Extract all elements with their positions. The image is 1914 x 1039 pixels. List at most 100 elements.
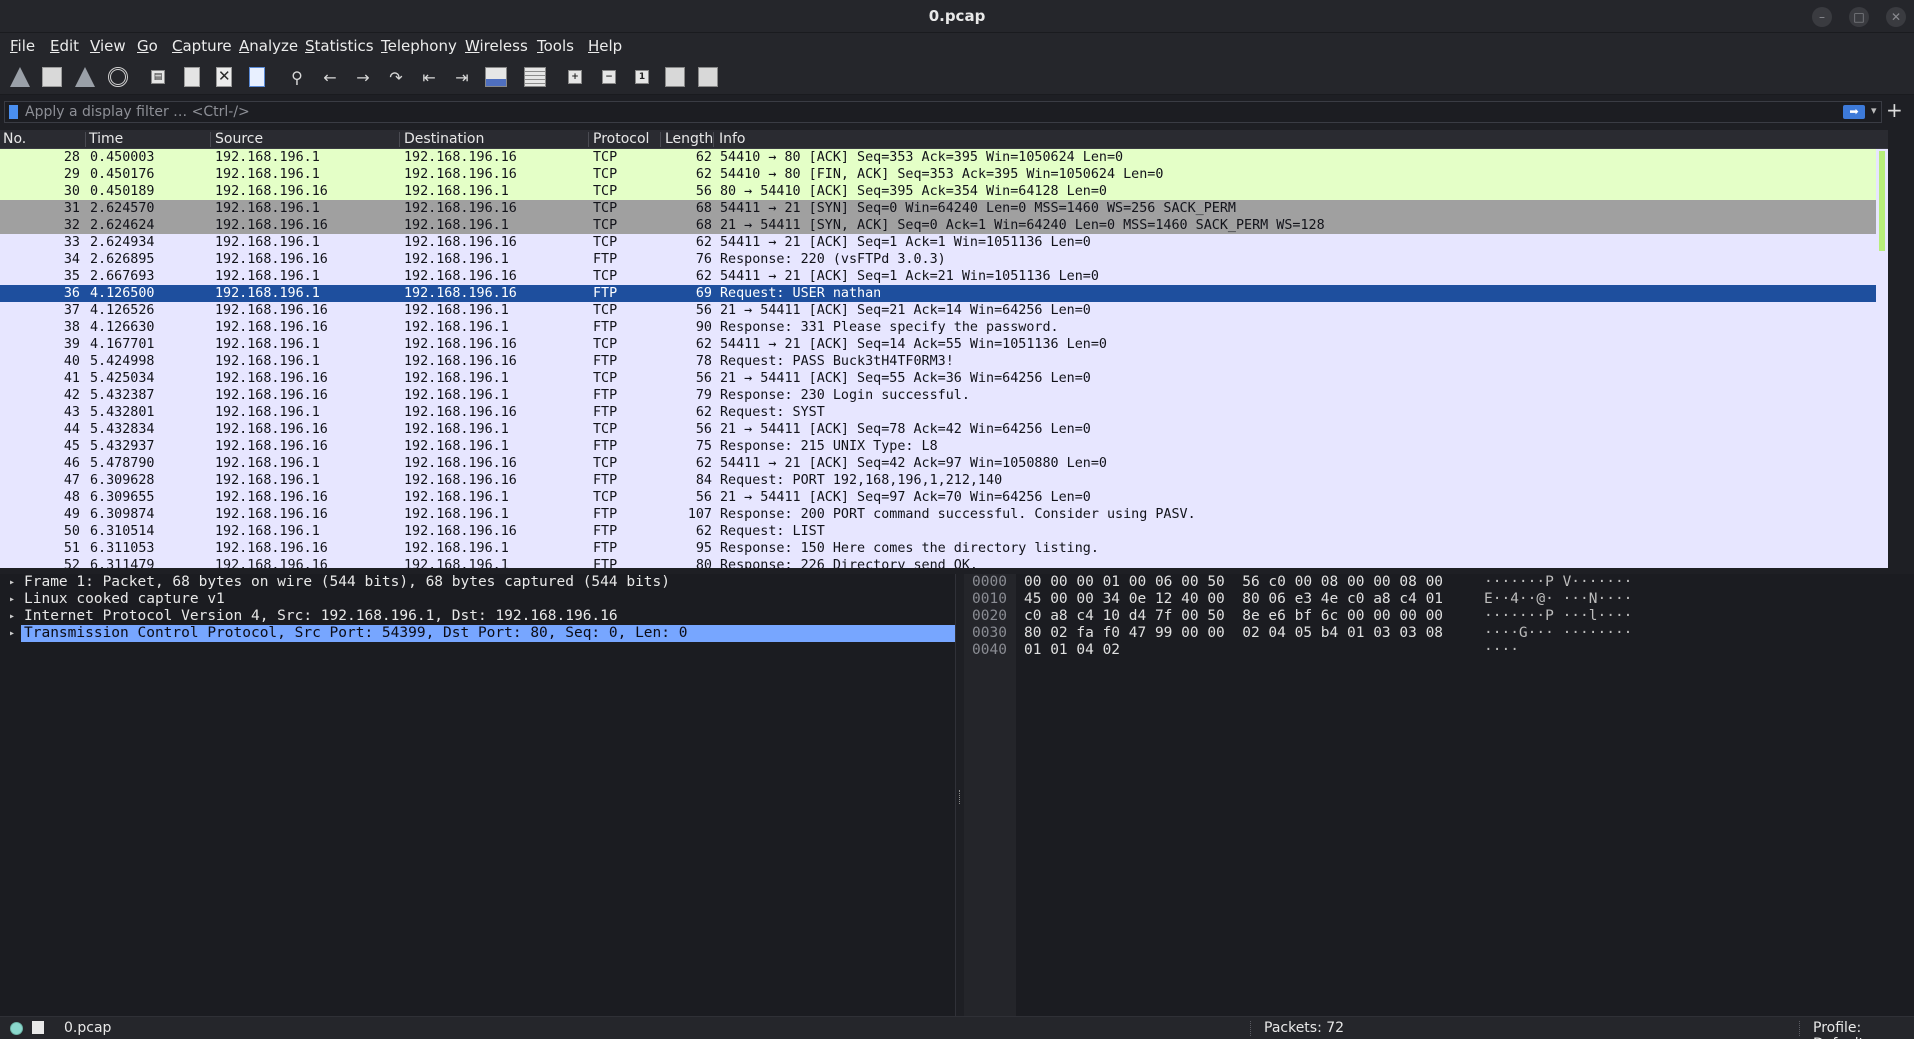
table-row[interactable]: 42 5.432387 192.168.196.16 192.168.196.1 FTP… xyxy=(0,387,1876,404)
byte-ascii-line[interactable]: ·······P ···l···· xyxy=(1484,608,1632,625)
start-capture-icon[interactable] xyxy=(8,65,32,89)
auto-scroll-icon[interactable] xyxy=(484,65,508,89)
table-row[interactable]: 50 6.310514 192.168.196.1 192.168.196.16 FTP… xyxy=(0,523,1876,540)
add-filter-button-icon[interactable]: + xyxy=(1886,98,1903,122)
byte-hex-line[interactable]: 80 02 fa f0 47 99 00 00 02 04 05 b4 01 0… xyxy=(1024,625,1443,642)
table-row[interactable]: 30 0.450189 192.168.196.16 192.168.196.1 TCP… xyxy=(0,183,1876,200)
zoom-in-icon[interactable]: + xyxy=(563,65,587,89)
table-row[interactable]: 38 4.126630 192.168.196.16 192.168.196.1 FTP… xyxy=(0,319,1876,336)
table-row[interactable]: 40 5.424998 192.168.196.1 192.168.196.16 FTP… xyxy=(0,353,1876,370)
table-row[interactable]: 43 5.432801 192.168.196.1 192.168.196.16 FTP… xyxy=(0,404,1876,421)
menu-help[interactable]: Help xyxy=(588,37,622,55)
minimize-icon[interactable]: – xyxy=(1812,7,1832,27)
column-divider[interactable] xyxy=(588,132,589,147)
table-row[interactable]: 32 2.624624 192.168.196.16 192.168.196.1 TCP… xyxy=(0,217,1876,234)
find-packet-icon[interactable]: ⚲ xyxy=(285,65,309,89)
menu-file[interactable]: File xyxy=(10,37,35,55)
table-row[interactable]: 49 6.309874 192.168.196.16 192.168.196.1 FTP… xyxy=(0,506,1876,523)
table-row[interactable]: 51 6.311053 192.168.196.16 192.168.196.1 FTP… xyxy=(0,540,1876,557)
detail-tree-item-selected[interactable]: ▸ Transmission Control Protocol, Src Por… xyxy=(0,625,956,642)
close-icon[interactable]: ✕ xyxy=(1886,7,1906,27)
apply-filter-icon[interactable]: ➡ xyxy=(1843,105,1865,119)
byte-ascii-line[interactable]: E··4··@· ···N···· xyxy=(1484,591,1632,608)
byte-ascii-line[interactable]: ····G··· ········ xyxy=(1484,625,1632,642)
column-header-no[interactable]: No. xyxy=(3,131,26,147)
maximize-icon[interactable]: □ xyxy=(1849,7,1869,27)
table-row[interactable]: 33 2.624934 192.168.196.1 192.168.196.16 TCP… xyxy=(0,234,1876,251)
table-row[interactable]: 31 2.624570 192.168.196.1 192.168.196.16 TCP… xyxy=(0,200,1876,217)
table-row[interactable]: 41 5.425034 192.168.196.16 192.168.196.1 TCP… xyxy=(0,370,1876,387)
go-back-icon[interactable]: ← xyxy=(318,65,342,89)
table-row[interactable]: 35 2.667693 192.168.196.1 192.168.196.16 TCP… xyxy=(0,268,1876,285)
expand-arrow-icon[interactable]: ▸ xyxy=(9,574,15,591)
byte-hex-line[interactable]: 00 00 00 01 00 06 00 50 56 c0 00 08 00 0… xyxy=(1024,574,1443,591)
packet-list-scrollbar[interactable] xyxy=(1876,149,1888,568)
go-forward-icon[interactable]: → xyxy=(351,65,375,89)
column-header-destination[interactable]: Destination xyxy=(404,131,484,147)
normal-size-icon[interactable]: 1 xyxy=(630,65,654,89)
byte-ascii-line[interactable]: ·······P V······· xyxy=(1484,574,1632,591)
menu-statistics[interactable]: Statistics xyxy=(305,37,374,55)
resize-columns-icon[interactable] xyxy=(663,65,687,89)
go-to-packet-icon[interactable]: ↷ xyxy=(384,65,408,89)
detail-tree-item[interactable]: ▸ Frame 1: Packet, 68 bytes on wire (544… xyxy=(0,574,956,591)
save-file-icon[interactable] xyxy=(180,65,204,89)
detail-tree-item[interactable]: ▸ Internet Protocol Version 4, Src: 192.… xyxy=(0,608,956,625)
column-header-time[interactable]: Time xyxy=(89,131,123,147)
capture-options-icon[interactable] xyxy=(106,65,130,89)
status-profile[interactable]: Profile: Default xyxy=(1813,1020,1914,1039)
byte-hex-line[interactable]: 45 00 00 34 0e 12 40 00 80 06 e3 4e c0 a… xyxy=(1024,591,1443,608)
table-row[interactable]: 34 2.626895 192.168.196.16 192.168.196.1 FTP… xyxy=(0,251,1876,268)
column-header-source[interactable]: Source xyxy=(215,131,263,147)
byte-ascii-line[interactable]: ···· xyxy=(1484,642,1519,659)
column-header-info[interactable]: Info xyxy=(719,131,746,147)
layout-icon[interactable] xyxy=(696,65,720,89)
first-packet-icon[interactable]: ⇤ xyxy=(417,65,441,89)
close-file-icon[interactable] xyxy=(212,65,236,89)
expand-arrow-icon[interactable]: ▸ xyxy=(9,591,15,608)
menu-capture[interactable]: Capture xyxy=(172,37,232,55)
column-divider[interactable] xyxy=(399,132,400,147)
stop-capture-icon[interactable] xyxy=(40,65,64,89)
bookmark-icon[interactable] xyxy=(9,105,18,119)
menu-view[interactable]: View xyxy=(90,37,126,55)
column-divider[interactable] xyxy=(210,132,211,147)
table-row[interactable]: 52 6.311479 192.168.196.16 192.168.196.1 FTP… xyxy=(0,557,1876,568)
table-row[interactable]: 46 5.478790 192.168.196.1 192.168.196.16 TCP… xyxy=(0,455,1876,472)
table-row[interactable]: 28 0.450003 192.168.196.1 192.168.196.16 TCP… xyxy=(0,149,1876,166)
vertical-splitter[interactable] xyxy=(956,574,964,1016)
restart-capture-icon[interactable] xyxy=(73,65,97,89)
menu-go[interactable]: Go xyxy=(137,37,158,55)
open-file-icon[interactable]: ▤ xyxy=(146,65,170,89)
table-row[interactable]: 29 0.450176 192.168.196.1 192.168.196.16 TCP… xyxy=(0,166,1876,183)
table-row[interactable]: 37 4.126526 192.168.196.16 192.168.196.1 TCP… xyxy=(0,302,1876,319)
expand-arrow-icon[interactable]: ▸ xyxy=(9,608,15,625)
table-row[interactable]: 48 6.309655 192.168.196.16 192.168.196.1 TCP… xyxy=(0,489,1876,506)
expand-arrow-icon[interactable]: ▸ xyxy=(9,625,15,642)
scrollbar-thumb[interactable] xyxy=(1879,151,1885,251)
reload-file-icon[interactable] xyxy=(245,65,269,89)
detail-tree-item[interactable]: ▸ Linux cooked capture v1 xyxy=(0,591,956,608)
table-row-selected[interactable]: 36 4.126500 192.168.196.1 192.168.196.16 FTP… xyxy=(0,285,1876,302)
column-header-length[interactable]: Length xyxy=(665,131,713,147)
column-header-protocol[interactable]: Protocol xyxy=(593,131,649,147)
table-row[interactable]: 47 6.309628 192.168.196.1 192.168.196.16 FTP… xyxy=(0,472,1876,489)
table-row[interactable]: 45 5.432937 192.168.196.16 192.168.196.1 FTP… xyxy=(0,438,1876,455)
display-filter-input[interactable] xyxy=(25,102,1825,122)
menu-tools[interactable]: Tools xyxy=(537,37,574,55)
menu-wireless[interactable]: Wireless xyxy=(465,37,528,55)
zoom-out-icon[interactable]: − xyxy=(597,65,621,89)
splitter-grip-icon[interactable] xyxy=(959,790,961,804)
column-divider[interactable] xyxy=(660,132,661,147)
table-row[interactable]: 39 4.167701 192.168.196.1 192.168.196.16 TCP… xyxy=(0,336,1876,353)
menu-analyze[interactable]: Analyze xyxy=(239,37,298,55)
expert-info-icon[interactable] xyxy=(10,1022,23,1035)
byte-hex-line[interactable]: 01 01 04 02 xyxy=(1024,642,1120,659)
column-divider[interactable] xyxy=(713,132,714,147)
column-divider[interactable] xyxy=(85,132,86,147)
colorize-icon[interactable] xyxy=(523,65,547,89)
capture-comment-icon[interactable] xyxy=(32,1021,44,1034)
menu-edit[interactable]: Edit xyxy=(50,37,79,55)
table-row[interactable]: 44 5.432834 192.168.196.16 192.168.196.1 TCP… xyxy=(0,421,1876,438)
menu-telephony[interactable]: Telephony xyxy=(381,37,457,55)
